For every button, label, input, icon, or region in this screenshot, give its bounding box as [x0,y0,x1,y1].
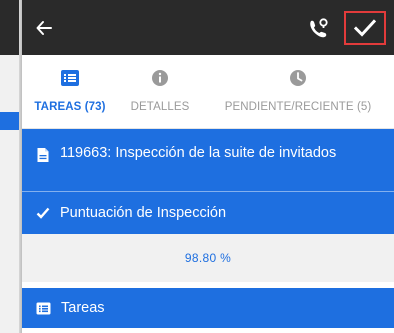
checkmark-icon [354,19,376,37]
clock-icon [290,70,306,86]
document-icon [37,148,49,162]
top-app-bar [22,0,394,55]
inspection-title-row: 119663: Inspección de la suite de invita… [22,129,394,191]
tab-pendiente-reciente-label: PENDIENTE/RECIENTE (5) [224,101,372,113]
inspection-title: 119663: Inspección de la suite de invita… [60,145,337,161]
confirm-button[interactable] [344,11,386,45]
info-icon [152,70,168,86]
tab-tareas-label: TAREAS (73) [34,101,106,113]
tab-tareas[interactable]: TAREAS (73) [22,55,118,128]
tasks-section-label: Tareas [61,300,105,316]
inspection-score-value: 98.80 % [184,251,232,265]
inspection-score-value-row: 98.80 % [22,234,394,282]
list-icon [61,70,79,86]
checkmark-icon [36,207,50,219]
inspection-content: 119663: Inspección de la suite de invita… [22,129,394,234]
tab-pendiente-reciente[interactable]: PENDIENTE/RECIENTE (5) [202,55,394,128]
bottom-spacer [22,328,394,333]
inspection-score-header[interactable]: Puntuación de Inspección [22,192,394,234]
arrow-left-icon [36,21,52,35]
tab-detalles[interactable]: DETALLES [118,55,202,128]
background-page [0,0,22,333]
tasks-section-header[interactable]: Tareas [22,288,394,328]
call-location-button[interactable] [302,12,334,44]
back-button[interactable] [28,12,60,44]
tab-bar: TAREAS (73) DETALLES PENDIENTE/RECIENTE … [22,55,394,129]
list-icon [36,302,51,314]
inspection-panel: TAREAS (73) DETALLES PENDIENTE/RECIENTE … [22,0,394,333]
tab-detalles-label: DETALLES [130,101,190,113]
inspection-score-label: Puntuación de Inspección [60,205,227,221]
phone-location-icon [310,18,328,38]
